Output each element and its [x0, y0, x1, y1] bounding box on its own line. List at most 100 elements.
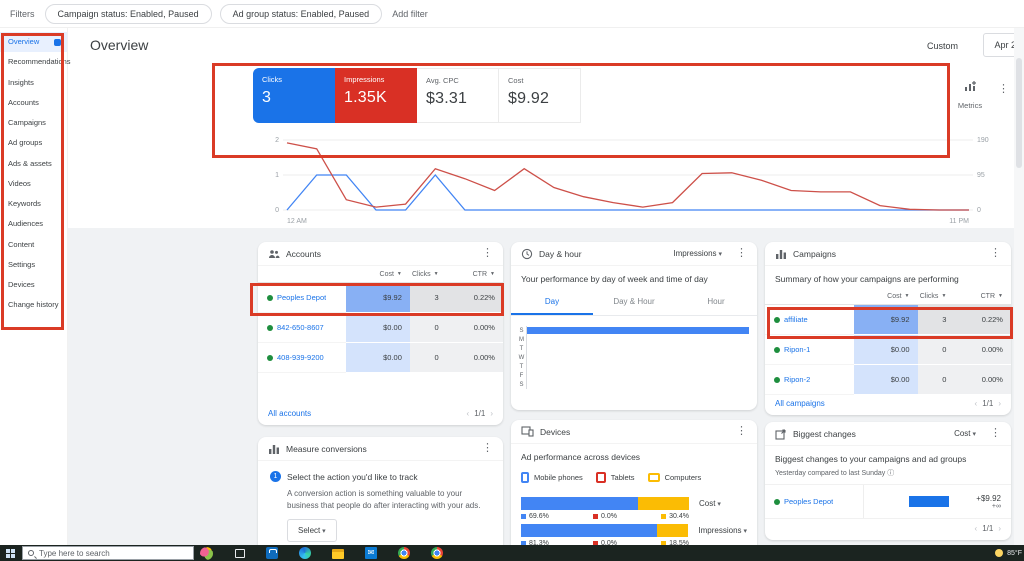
table-cell: 0.22% — [446, 283, 503, 313]
widgets-icon[interactable] — [200, 546, 213, 560]
day-row: T — [517, 344, 749, 353]
sort-arrow-icon: ▼ — [433, 271, 439, 277]
column-header-ctr[interactable]: CTR ▼ — [447, 266, 503, 282]
column-header-clicks[interactable]: Clicks ▼ — [410, 266, 447, 282]
column-header-ctr[interactable]: CTR ▼ — [954, 288, 1011, 304]
legend-label: Computers — [664, 473, 702, 482]
scorecard-avg-cpc[interactable]: Avg. CPC $3.31 — [417, 68, 499, 123]
change-value: +$9.92 — [976, 493, 1001, 503]
prev-page-icon[interactable]: ‹ — [975, 524, 978, 533]
add-filter-button[interactable]: Add filter — [392, 9, 428, 19]
sidebar-item-keywords[interactable]: Keywords — [0, 194, 67, 214]
table-cell: 0 — [917, 335, 955, 365]
sidebar-item-label: Ads & assets — [8, 158, 52, 168]
all-campaigns-link[interactable]: All campaigns — [775, 399, 825, 408]
status-enabled-icon — [774, 376, 780, 383]
campaigns-kebab-menu[interactable]: ⋮ — [990, 248, 1001, 259]
sidebar-item-change-history[interactable]: Change history — [0, 295, 67, 315]
change-row[interactable]: Peoples Depot +$9.92 +∞ — [765, 485, 1011, 519]
metric-dropdown-cost[interactable]: Cost — [699, 499, 721, 508]
dayhour-tabs: Day Day & Hour Hour — [511, 290, 757, 316]
select-action-dropdown[interactable]: Select — [287, 519, 337, 543]
entity-name-link[interactable]: 408-939-9200 — [277, 353, 324, 362]
day-hour-metric-dropdown[interactable]: Impressions — [673, 249, 722, 258]
sidebar-item-overview[interactable]: Overview — [0, 32, 67, 53]
metric-dropdown-impressions[interactable]: Impressions — [698, 526, 747, 535]
next-page-icon[interactable]: › — [998, 399, 1001, 408]
overview-kebab-menu[interactable]: ⋮ — [998, 84, 1009, 95]
date-range-custom-button[interactable]: Custom — [927, 41, 958, 51]
scorecard-clicks[interactable]: Clicks 3 — [253, 68, 335, 123]
taskbar-search-box[interactable]: Type here to search — [22, 546, 194, 560]
table-row[interactable]: Peoples Depot $9.92 3 0.22% — [258, 283, 503, 313]
entity-name-link[interactable]: Ripon-1 — [784, 345, 810, 354]
sidebar-item-recommendations[interactable]: Recommendations — [0, 52, 71, 72]
biggest-changes-card: Biggest changes Cost ⋮ Biggest changes t… — [765, 422, 1011, 540]
table-row[interactable]: Ripon-1 $0.00 0 0.00% — [765, 335, 1011, 365]
column-header-clicks[interactable]: Clicks ▼ — [918, 288, 955, 304]
next-page-icon[interactable]: › — [490, 409, 493, 418]
sidebar-item-ads-assets[interactable]: Ads & assets — [0, 154, 67, 174]
scrollbar-track[interactable] — [1014, 28, 1024, 545]
tab-day[interactable]: Day — [511, 290, 593, 315]
store-icon[interactable] — [266, 547, 278, 559]
entity-name-link[interactable]: 842-650-8607 — [277, 323, 324, 332]
scorecard-impressions[interactable]: Impressions 1.35K — [335, 68, 417, 123]
info-icon[interactable]: ⓘ — [887, 470, 894, 477]
entity-name-link[interactable]: affiliate — [784, 315, 808, 324]
column-header-cost[interactable]: Cost ▼ — [854, 288, 918, 304]
chrome-icon[interactable] — [398, 547, 410, 559]
devices-card-header: Devices ⋮ — [511, 420, 757, 444]
table-row[interactable]: 842-650-8607 $0.00 0 0.00% — [258, 313, 503, 343]
sidebar-item-devices[interactable]: Devices — [0, 275, 67, 295]
scrollbar-thumb[interactable] — [1016, 58, 1022, 168]
sidebar-item-label: Keywords — [8, 199, 41, 208]
weather-widget[interactable]: 85°F — [995, 549, 1024, 557]
table-row[interactable]: 408-939-9200 $0.00 0 0.00% — [258, 343, 503, 373]
sidebar-item-accounts[interactable]: Accounts — [0, 93, 67, 113]
entity-name-link[interactable]: Peoples Depot — [277, 293, 326, 302]
file-explorer-icon[interactable] — [332, 548, 344, 559]
table-row[interactable]: affiliate $9.92 3 0.22% — [765, 305, 1011, 335]
sidebar-item-content[interactable]: Content — [0, 235, 67, 255]
chrome-icon[interactable] — [431, 547, 443, 559]
table-cell: 0 — [917, 365, 955, 395]
mail-icon[interactable]: ✉ — [365, 547, 377, 559]
filter-chip[interactable]: Campaign status: Enabled, Paused — [44, 3, 212, 24]
entity-name-link[interactable]: Peoples Depot — [784, 497, 833, 506]
table-cell: 3 — [917, 305, 955, 335]
all-accounts-link[interactable]: All accounts — [268, 409, 311, 418]
scorecard-cost[interactable]: Cost $9.92 — [499, 68, 581, 123]
day-row: W — [517, 353, 749, 362]
table-row[interactable]: Ripon-2 $0.00 0 0.00% — [765, 365, 1011, 395]
edge-icon[interactable] — [299, 547, 311, 559]
sidebar-item-audiences[interactable]: Audiences — [0, 214, 67, 234]
sidebar-item-videos[interactable]: Videos — [0, 174, 67, 194]
biggest-changes-kebab-menu[interactable]: ⋮ — [990, 428, 1001, 439]
filter-chip[interactable]: Ad group status: Enabled, Paused — [219, 3, 383, 24]
metrics-button[interactable]: Metrics — [952, 80, 988, 113]
prev-page-icon[interactable]: ‹ — [467, 409, 470, 418]
sidebar-item-ad-groups[interactable]: Ad groups — [0, 133, 67, 153]
start-button[interactable] — [0, 548, 20, 558]
measure-card-title: Measure conversions — [286, 443, 367, 454]
table-cell: $0.00 — [853, 335, 918, 365]
biggest-changes-metric-dropdown[interactable]: Cost — [954, 429, 976, 438]
day-hour-kebab-menu[interactable]: ⋮ — [736, 248, 747, 259]
column-header-cost[interactable]: Cost ▼ — [346, 266, 410, 282]
sidebar-item-campaigns[interactable]: Campaigns — [0, 113, 67, 133]
tab-hour[interactable]: Hour — [675, 290, 757, 315]
devices-kebab-menu[interactable]: ⋮ — [736, 426, 747, 437]
sidebar-item-label: Devices — [8, 280, 35, 289]
legend-label: Tablets — [610, 473, 635, 482]
sidebar-item-insights[interactable]: Insights — [0, 73, 67, 93]
entity-name-link[interactable]: Ripon-2 — [784, 375, 810, 384]
prev-page-icon[interactable]: ‹ — [975, 399, 978, 408]
table-cell: 3 — [409, 283, 447, 313]
measure-kebab-menu[interactable]: ⋮ — [482, 443, 493, 454]
sidebar-item-settings[interactable]: Settings — [0, 255, 67, 275]
tab-day-hour[interactable]: Day & Hour — [593, 290, 675, 315]
next-page-icon[interactable]: › — [998, 524, 1001, 533]
task-view-icon[interactable] — [235, 548, 245, 558]
accounts-kebab-menu[interactable]: ⋮ — [482, 248, 493, 259]
